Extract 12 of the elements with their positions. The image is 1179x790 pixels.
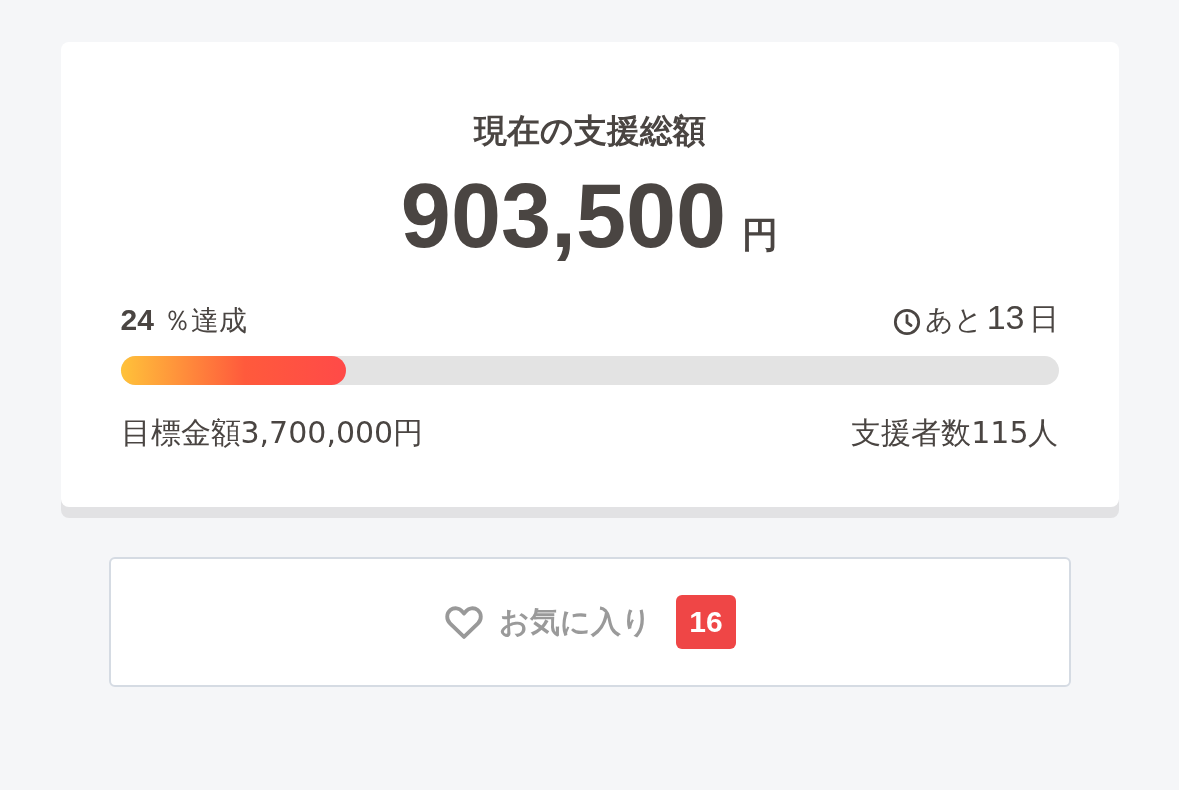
remaining-unit: 日 xyxy=(1028,300,1059,338)
clock-icon xyxy=(892,308,921,336)
currency-unit: 円 xyxy=(742,213,779,257)
total-amount: 903,500 xyxy=(400,166,727,266)
remaining-label: あと xyxy=(924,302,983,338)
favorite-button[interactable]: お気に入り 16 xyxy=(108,557,1071,687)
goal-amount: 目標金額3,700,000円 xyxy=(120,414,424,452)
favorite-count-badge: 16 xyxy=(676,595,736,649)
remaining-days: 13 xyxy=(986,298,1025,337)
backer-count: 支援者数115人 xyxy=(851,414,1059,452)
card-title: 現在の支援総額 xyxy=(472,110,707,152)
achievement-rate: 24 ％達成 xyxy=(120,302,247,339)
